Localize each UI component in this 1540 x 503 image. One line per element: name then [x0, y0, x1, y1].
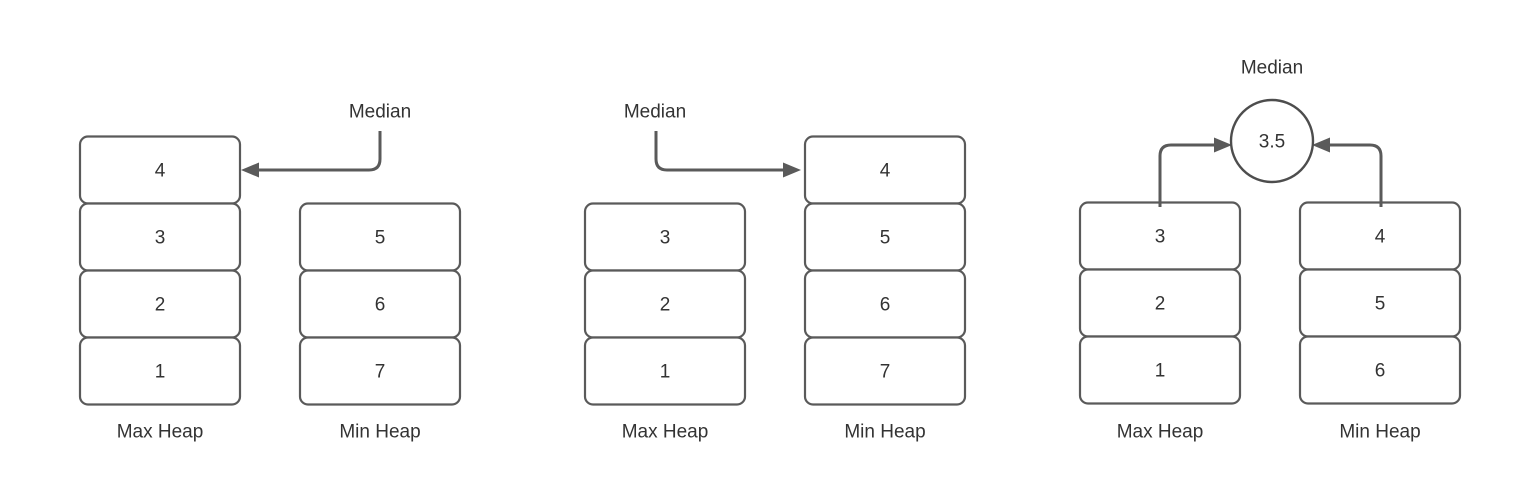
heap-cell[interactable]: 1 — [1078, 335, 1242, 405]
heap-cell-value: 6 — [1375, 361, 1386, 382]
heap-cell-value: 3 — [155, 228, 166, 249]
heap-cell[interactable]: 2 — [78, 269, 242, 339]
arrow-head-icon — [241, 162, 259, 178]
heap-cell-value: 5 — [880, 228, 891, 249]
heap-cell[interactable]: 4 — [1298, 201, 1462, 271]
median-connector-line — [654, 131, 788, 172]
median-label: Median — [1241, 58, 1303, 79]
heap-cell-value: 2 — [660, 295, 671, 316]
heap-cell-value: 4 — [155, 161, 166, 182]
panel-3-max-heap-stack: 3 2 1 — [1078, 201, 1242, 405]
panel-1-max-heap-stack: 4 3 2 1 — [78, 135, 242, 406]
heap-cell[interactable]: 3 — [583, 202, 747, 272]
max-heap-label: Max Heap — [117, 422, 204, 443]
median-connector-line-right — [1325, 143, 1383, 207]
panel-1-median-connector — [241, 131, 382, 178]
panel-2-min-heap-stack: 4 5 6 7 — [803, 135, 967, 406]
panel-3: 3 2 1 4 5 6 3.5 Median Max Heap Min Heap — [1078, 58, 1462, 443]
heap-cell[interactable]: 4 — [78, 135, 242, 205]
min-heap-label: Min Heap — [844, 422, 925, 443]
heap-cell-value: 7 — [375, 362, 386, 383]
heap-cell[interactable]: 6 — [1298, 335, 1462, 405]
panel-1-min-heap-stack: 5 6 7 — [298, 202, 462, 406]
panel-2-median-connector — [654, 131, 801, 178]
heap-cell-value: 6 — [375, 295, 386, 316]
min-heap-label: Min Heap — [339, 422, 420, 443]
heap-cell[interactable]: 3 — [78, 202, 242, 272]
median-node[interactable]: 3.5 — [1229, 98, 1315, 184]
median-two-heaps-diagram: 4 3 2 1 5 6 7 Median Max Heap Min Heap 3… — [78, 58, 1462, 443]
heap-cell-value: 7 — [880, 362, 891, 383]
heap-cell[interactable]: 1 — [78, 336, 242, 406]
panel-3-min-heap-median-connector — [1312, 137, 1383, 207]
arrow-head-icon — [783, 162, 801, 178]
min-heap-label: Min Heap — [1339, 422, 1420, 443]
arrow-head-icon — [1312, 137, 1330, 153]
heap-cell[interactable]: 6 — [298, 269, 462, 339]
heap-cell[interactable]: 3 — [1078, 201, 1242, 271]
panel-3-min-heap-stack: 4 5 6 — [1298, 201, 1462, 405]
heap-cell-value: 6 — [880, 295, 891, 316]
heap-cell-value: 4 — [880, 161, 891, 182]
heap-cell-value: 1 — [1155, 361, 1166, 382]
heap-cell-value: 4 — [1375, 227, 1386, 248]
max-heap-label: Max Heap — [1117, 422, 1204, 443]
panel-2: 3 2 1 4 5 6 7 Median Max Heap Min Heap — [583, 102, 967, 443]
heap-cell-value: 2 — [1155, 294, 1166, 315]
heap-cell-value: 3 — [1155, 227, 1166, 248]
heap-cell[interactable]: 4 — [803, 135, 967, 205]
median-label: Median — [349, 102, 411, 123]
median-connector-line-left — [1158, 143, 1219, 207]
median-connector-line — [254, 131, 382, 172]
median-label: Median — [624, 102, 686, 123]
max-heap-label: Max Heap — [622, 422, 709, 443]
heap-cell[interactable]: 5 — [1298, 268, 1462, 338]
panel-3-max-heap-median-connector — [1158, 137, 1232, 207]
panel-1: 4 3 2 1 5 6 7 Median Max Heap Min Heap — [78, 102, 462, 443]
panel-2-max-heap-stack: 3 2 1 — [583, 202, 747, 406]
heap-cell[interactable]: 6 — [803, 269, 967, 339]
heap-cell-value: 3 — [660, 228, 671, 249]
diagram-canvas: 4 3 2 1 5 6 7 Median Max Heap Min Heap 3… — [0, 0, 1540, 503]
heap-cell-value: 1 — [155, 362, 166, 383]
arrow-head-icon — [1214, 137, 1232, 153]
heap-cell-value: 5 — [375, 228, 386, 249]
heap-cell[interactable]: 1 — [583, 336, 747, 406]
heap-cell[interactable]: 2 — [1078, 268, 1242, 338]
heap-cell-value: 2 — [155, 295, 166, 316]
heap-cell-value: 5 — [1375, 294, 1386, 315]
heap-cell-value: 1 — [660, 362, 671, 383]
heap-cell[interactable]: 5 — [803, 202, 967, 272]
heap-cell[interactable]: 7 — [803, 336, 967, 406]
heap-cell[interactable]: 7 — [298, 336, 462, 406]
median-node-value: 3.5 — [1259, 132, 1285, 153]
heap-cell[interactable]: 5 — [298, 202, 462, 272]
heap-cell[interactable]: 2 — [583, 269, 747, 339]
